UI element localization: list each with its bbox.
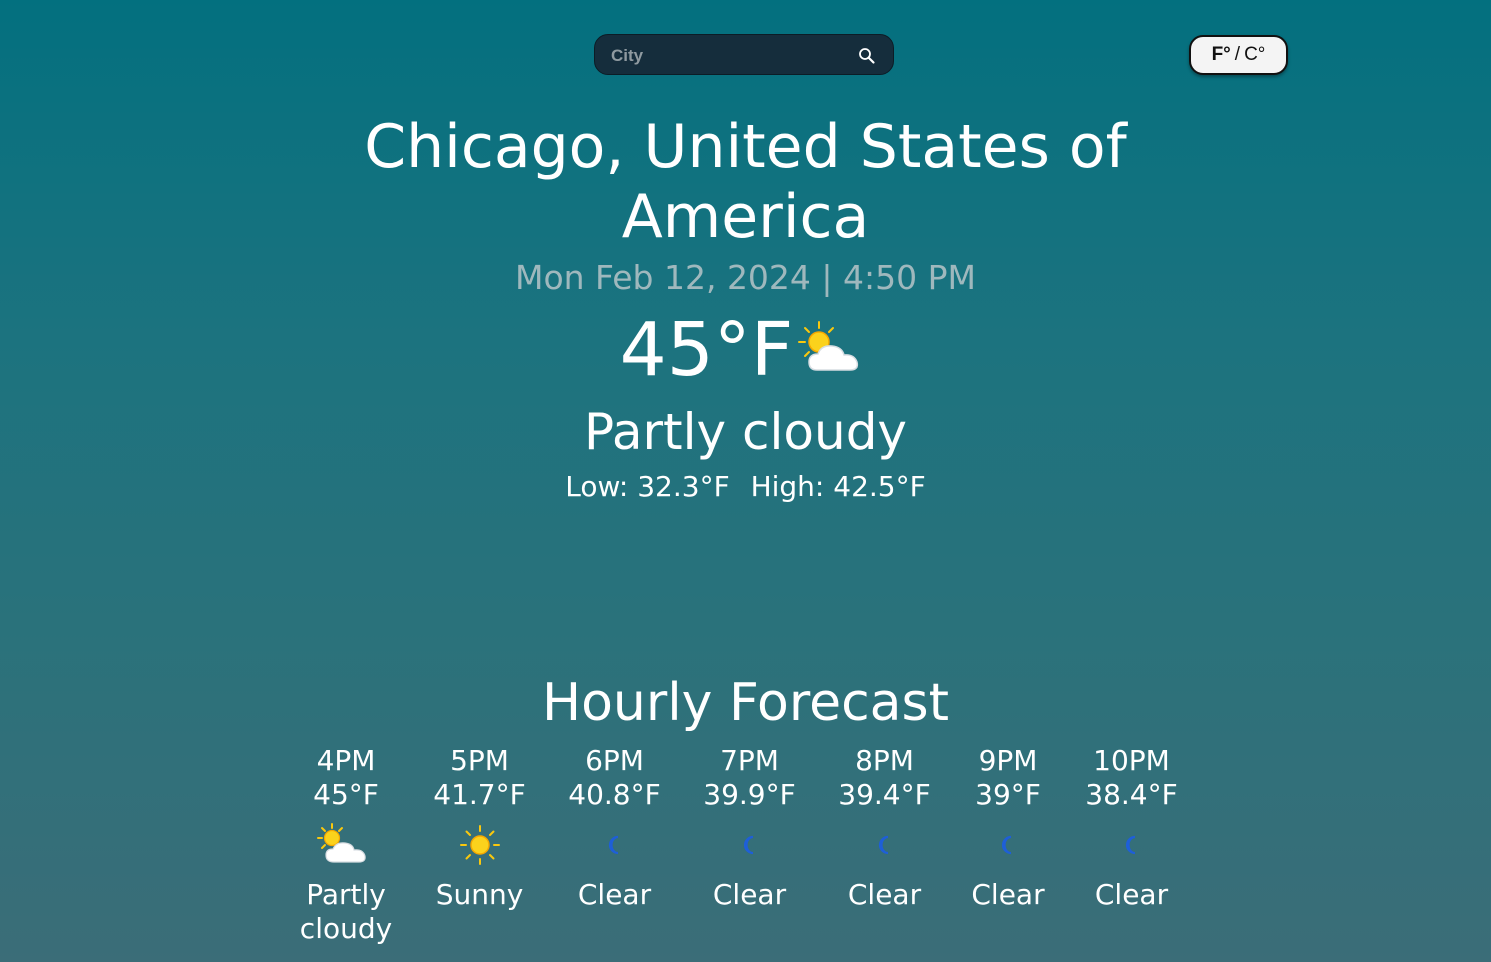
hour-condition: Clear xyxy=(712,878,787,911)
hour-temp: 45°F xyxy=(313,778,379,811)
hour-time: 10PM xyxy=(1093,744,1170,777)
hour-temp: 40.8°F xyxy=(568,778,661,811)
hour-time: 8PM xyxy=(855,744,914,777)
hour-temp: 41.7°F xyxy=(433,778,526,811)
partly-cloudy-icon xyxy=(317,823,366,863)
partly-cloudy-icon xyxy=(798,321,859,371)
hourly-item: 8PM 39.4°F Clear xyxy=(817,744,952,954)
celsius-label: C° xyxy=(1244,44,1266,65)
high-temperature: High: 42.5°F xyxy=(750,470,926,503)
hour-condition: Clear xyxy=(577,878,652,911)
hourly-item: 5PM 41.7°F Sunny xyxy=(412,744,547,954)
hour-temp: 39.4°F xyxy=(838,778,931,811)
hour-condition: Partly cloudy xyxy=(299,878,393,945)
low-high-temps: Low: 32.3°F High: 42.5°F xyxy=(0,470,1491,503)
location-title: Chicago, United States of America xyxy=(364,112,1127,252)
hour-time: 9PM xyxy=(978,744,1038,777)
hour-time: 5PM xyxy=(450,744,509,777)
hour-temp: 38.4°F xyxy=(1085,778,1178,811)
moon-icon xyxy=(743,835,753,855)
hourly-item: 10PM 38.4°F Clear xyxy=(1064,744,1199,954)
hour-condition: Clear xyxy=(847,878,922,911)
current-datetime: Mon Feb 12, 2024 | 4:50 PM xyxy=(514,258,976,297)
hour-temp: 39.9°F xyxy=(703,778,796,811)
hourly-forecast-title: Hourly Forecast xyxy=(541,673,950,733)
hourly-item: 4PM 45°F Partly cloudy xyxy=(290,744,402,954)
hour-time: 6PM xyxy=(585,744,644,777)
hour-condition: Sunny xyxy=(435,878,524,911)
moon-icon xyxy=(878,835,888,855)
hour-temp: 39°F xyxy=(975,778,1041,811)
hour-condition: Clear xyxy=(1094,878,1169,911)
moon-icon xyxy=(608,835,618,855)
moon-icon xyxy=(1001,835,1012,855)
fahrenheit-label: F° xyxy=(1211,44,1231,65)
hourly-item: 7PM 39.9°F Clear xyxy=(682,744,817,954)
low-temperature: Low: 32.3°F xyxy=(565,470,730,503)
city-search-input[interactable] xyxy=(609,43,843,69)
current-condition: Partly cloudy xyxy=(583,403,908,461)
hourly-forecast-list: 4PM 45°F Partly cloudy 5PM 41.7°F Sunny … xyxy=(290,744,1210,954)
search-icon[interactable] xyxy=(857,46,877,66)
moon-icon xyxy=(1125,835,1135,855)
hourly-item: 9PM 39°F Clear xyxy=(952,744,1064,954)
sun-icon xyxy=(459,825,500,865)
unit-separator: / xyxy=(1234,44,1241,65)
unit-toggle-button[interactable]: F° / C° xyxy=(1189,35,1288,75)
current-temperature: 45°F xyxy=(619,307,794,393)
location-header: Chicago, United States of America xyxy=(0,112,1491,252)
current-weather: 45°F xyxy=(0,308,1491,392)
hour-condition: Clear xyxy=(971,878,1045,911)
search-box xyxy=(594,34,894,75)
hour-time: 7PM xyxy=(720,744,779,777)
hourly-item: 6PM 40.8°F Clear xyxy=(547,744,682,954)
hour-time: 4PM xyxy=(316,744,376,777)
